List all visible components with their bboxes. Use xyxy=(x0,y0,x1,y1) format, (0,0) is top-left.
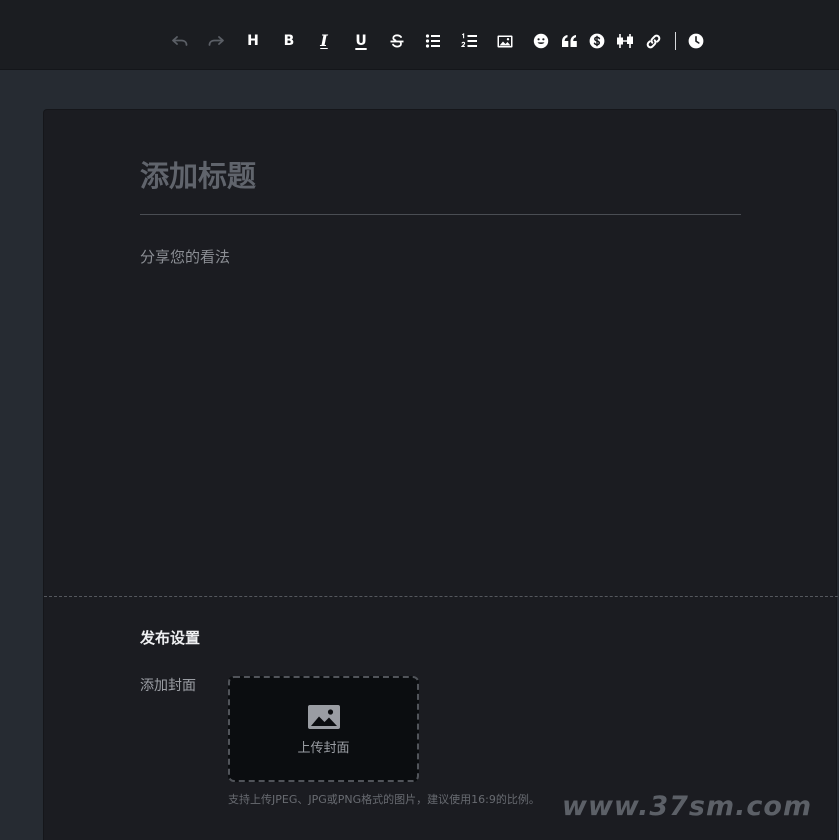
editor-card: 发布设置 添加封面 上传封面 支持上传JPEG、JPG或PNG格式的图片，建议使… xyxy=(43,109,838,840)
insert-link-button[interactable] xyxy=(640,28,666,54)
cover-hint: 支持上传JPEG、JPG或PNG格式的图片，建议使用16:9的比例。 xyxy=(228,793,540,806)
undo-icon xyxy=(172,36,188,46)
redo-button[interactable] xyxy=(203,28,229,54)
upload-cover-label: 上传封面 xyxy=(297,741,350,756)
stock-chart-button[interactable] xyxy=(612,28,638,54)
heading-icon: H xyxy=(247,33,259,49)
numbered-list-button[interactable] xyxy=(456,28,482,54)
quote-button[interactable] xyxy=(556,28,582,54)
clock-icon xyxy=(688,33,704,49)
underline-button[interactable]: U xyxy=(348,28,374,54)
strikethrough-icon xyxy=(390,34,404,48)
body-input[interactable] xyxy=(140,246,741,546)
upload-cover-button[interactable]: 上传封面 xyxy=(228,676,419,782)
emoji-button[interactable] xyxy=(528,28,554,54)
bullet-list-icon xyxy=(425,34,440,48)
image-icon xyxy=(497,35,513,47)
quote-icon xyxy=(561,35,577,47)
smiley-icon xyxy=(533,33,549,49)
schedule-button[interactable] xyxy=(683,28,709,54)
candlestick-icon xyxy=(617,34,633,48)
dollar-circle-icon xyxy=(589,33,605,49)
underline-icon: U xyxy=(355,33,367,49)
link-icon xyxy=(646,34,660,48)
cover-label: 添加封面 xyxy=(140,678,196,694)
redo-icon xyxy=(208,36,224,46)
image-icon xyxy=(308,705,340,729)
strikethrough-button[interactable] xyxy=(384,28,410,54)
bold-button[interactable]: B xyxy=(276,28,302,54)
publish-settings-title: 发布设置 xyxy=(140,629,201,647)
title-input[interactable] xyxy=(140,156,741,196)
money-button[interactable] xyxy=(584,28,610,54)
undo-button[interactable] xyxy=(167,28,193,54)
bold-icon: B xyxy=(283,33,295,49)
watermark: www.37sm.com xyxy=(562,791,813,822)
insert-image-button[interactable] xyxy=(492,28,518,54)
title-divider xyxy=(140,214,741,215)
heading-button[interactable]: H xyxy=(240,28,266,54)
bullet-list-button[interactable] xyxy=(420,28,446,54)
editor-toolbar: H B I U xyxy=(0,0,839,70)
numbered-list-icon xyxy=(460,33,477,47)
italic-button[interactable]: I xyxy=(311,28,337,54)
section-divider xyxy=(44,596,838,597)
italic-icon: I xyxy=(320,31,328,50)
toolbar-separator xyxy=(675,32,676,50)
